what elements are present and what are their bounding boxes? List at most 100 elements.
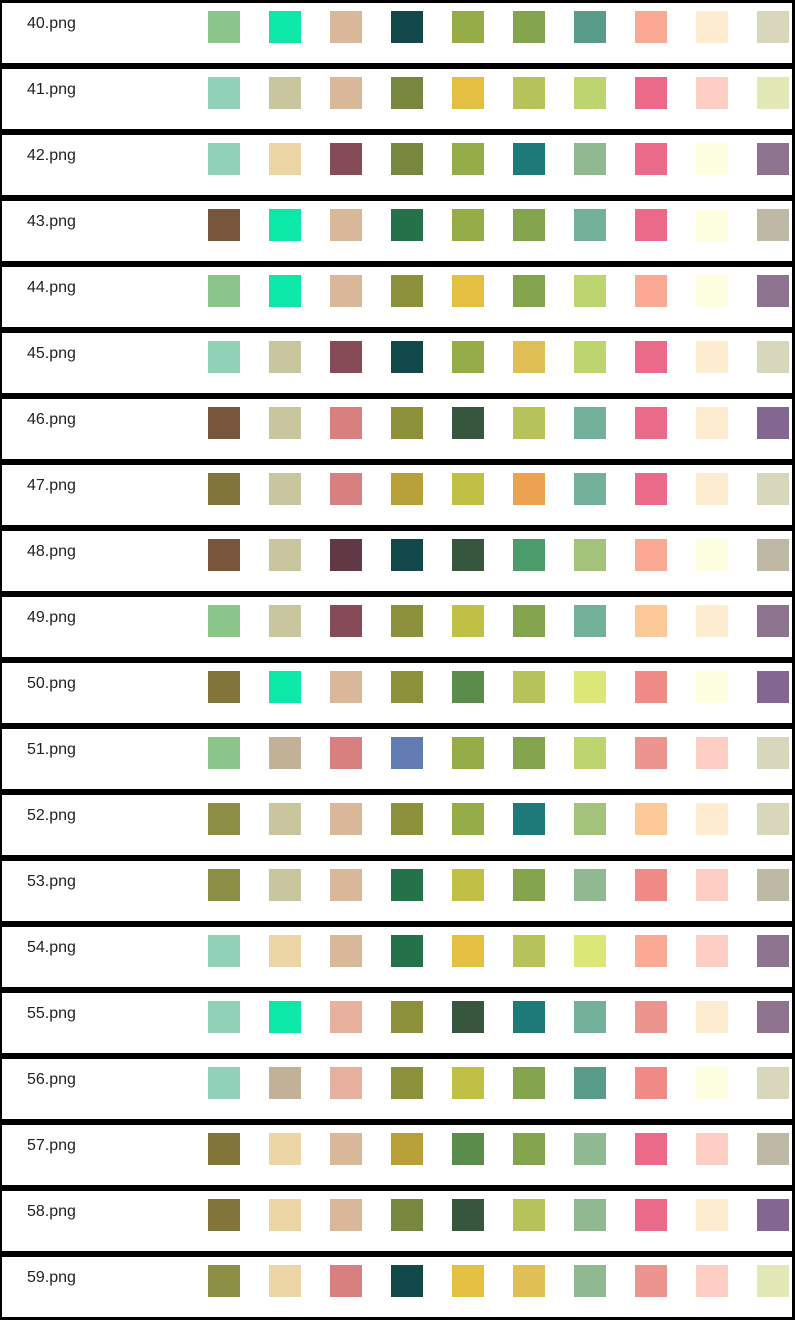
- color-swatch: [757, 869, 789, 901]
- color-swatch: [635, 737, 667, 769]
- color-swatch: [208, 671, 240, 703]
- color-swatch: [452, 1199, 484, 1231]
- color-swatch: [696, 407, 728, 439]
- color-swatch: [757, 605, 789, 637]
- color-swatch: [452, 1133, 484, 1165]
- color-swatch: [635, 341, 667, 373]
- color-swatch: [696, 869, 728, 901]
- palette-row: 42.png: [2, 135, 792, 195]
- filename-label: 47.png: [27, 477, 76, 494]
- color-swatch: [452, 143, 484, 175]
- color-swatch: [513, 1001, 545, 1033]
- color-swatch: [208, 1001, 240, 1033]
- color-swatch: [574, 77, 606, 109]
- color-swatch: [452, 737, 484, 769]
- color-swatch: [452, 935, 484, 967]
- color-swatch: [696, 671, 728, 703]
- color-swatch: [635, 77, 667, 109]
- color-swatch: [269, 473, 301, 505]
- color-swatch: [452, 1265, 484, 1297]
- color-swatch: [330, 1067, 362, 1099]
- color-swatch: [208, 605, 240, 637]
- color-swatch: [208, 1265, 240, 1297]
- color-swatch: [574, 407, 606, 439]
- color-swatch: [757, 539, 789, 571]
- color-swatch: [513, 605, 545, 637]
- color-swatch: [757, 209, 789, 241]
- palette-row: 54.png: [2, 927, 792, 987]
- color-swatch: [269, 11, 301, 43]
- color-swatch: [391, 473, 423, 505]
- color-swatch: [513, 737, 545, 769]
- color-swatch: [452, 341, 484, 373]
- color-swatch: [391, 77, 423, 109]
- filename-label: 48.png: [27, 543, 76, 560]
- color-swatch: [513, 1199, 545, 1231]
- color-swatch: [269, 275, 301, 307]
- palette-row: 49.png: [2, 597, 792, 657]
- color-swatch: [696, 803, 728, 835]
- palette-row: 57.png: [2, 1125, 792, 1185]
- color-swatch: [757, 1001, 789, 1033]
- color-swatch: [330, 1199, 362, 1231]
- color-swatch: [635, 1265, 667, 1297]
- color-swatch: [574, 1199, 606, 1231]
- color-swatch: [513, 1265, 545, 1297]
- color-swatch: [452, 605, 484, 637]
- color-swatch: [574, 209, 606, 241]
- color-swatch: [391, 1199, 423, 1231]
- color-swatch: [269, 407, 301, 439]
- color-swatch: [208, 341, 240, 373]
- color-swatch: [269, 341, 301, 373]
- color-swatch: [330, 539, 362, 571]
- color-swatch: [330, 803, 362, 835]
- color-swatch: [574, 341, 606, 373]
- palette-row: 46.png: [2, 399, 792, 459]
- filename-label: 40.png: [27, 15, 76, 32]
- filename-label: 54.png: [27, 939, 76, 956]
- color-swatch: [452, 869, 484, 901]
- color-swatch: [513, 11, 545, 43]
- color-swatch: [574, 275, 606, 307]
- color-swatch: [574, 671, 606, 703]
- color-swatch: [452, 275, 484, 307]
- color-swatch: [208, 275, 240, 307]
- color-swatch: [330, 143, 362, 175]
- color-swatch: [391, 341, 423, 373]
- color-swatch: [391, 1265, 423, 1297]
- color-swatch: [269, 143, 301, 175]
- color-swatch: [635, 143, 667, 175]
- color-swatch: [696, 1067, 728, 1099]
- color-swatch: [513, 275, 545, 307]
- palette-row: 45.png: [2, 333, 792, 393]
- color-swatch: [696, 11, 728, 43]
- filename-label: 42.png: [27, 147, 76, 164]
- color-swatch: [757, 737, 789, 769]
- color-swatch: [513, 473, 545, 505]
- palette-row: 59.png: [2, 1257, 792, 1317]
- color-swatch: [330, 473, 362, 505]
- color-swatch: [696, 143, 728, 175]
- color-swatch: [452, 11, 484, 43]
- color-swatch: [208, 935, 240, 967]
- color-swatch: [574, 1133, 606, 1165]
- color-swatch: [391, 1067, 423, 1099]
- color-swatch: [391, 275, 423, 307]
- color-swatch: [269, 671, 301, 703]
- color-swatch: [208, 737, 240, 769]
- color-swatch: [330, 935, 362, 967]
- palette-row: 51.png: [2, 729, 792, 789]
- color-swatch: [452, 671, 484, 703]
- filename-label: 52.png: [27, 807, 76, 824]
- color-swatch: [269, 1067, 301, 1099]
- color-swatch: [574, 11, 606, 43]
- color-swatch: [208, 143, 240, 175]
- color-swatch: [208, 803, 240, 835]
- color-swatch: [696, 1001, 728, 1033]
- color-swatch: [391, 1001, 423, 1033]
- color-swatch: [330, 407, 362, 439]
- color-swatch: [574, 143, 606, 175]
- color-swatch: [696, 1199, 728, 1231]
- color-swatch: [452, 77, 484, 109]
- filename-label: 44.png: [27, 279, 76, 296]
